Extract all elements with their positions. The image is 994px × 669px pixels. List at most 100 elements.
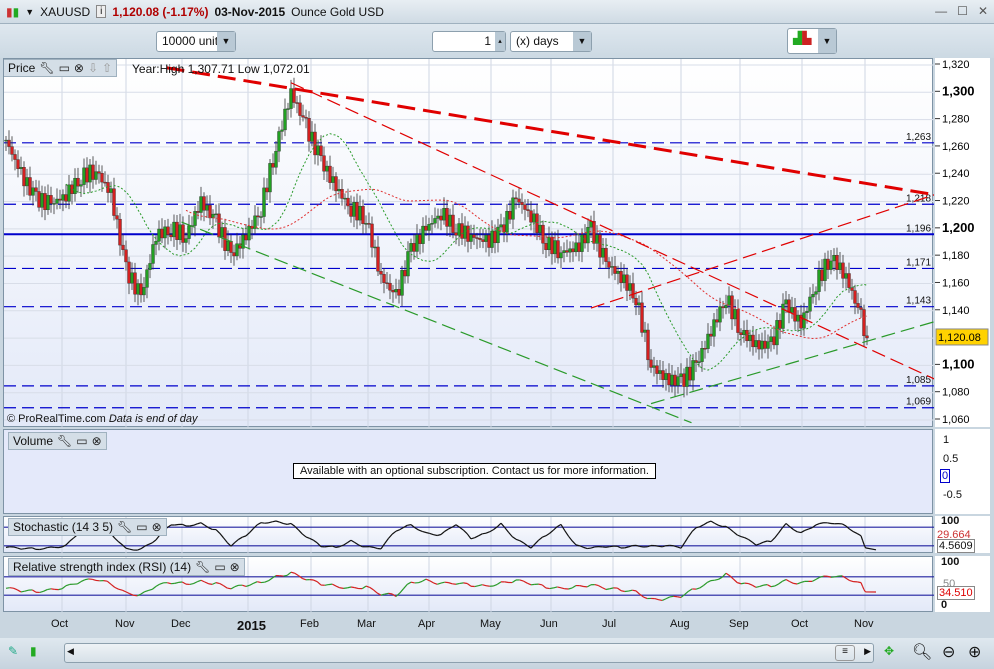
close-icon[interactable]: ✕ <box>978 4 988 18</box>
oscillator-segment <box>39 590 44 594</box>
candle <box>814 291 818 295</box>
window-icon[interactable]: ▭ <box>59 60 70 76</box>
candle <box>493 230 497 244</box>
stochastic-panel[interactable]: Stochastic (14 3 5) 🔧︎ ▭ ⊗ <box>3 516 934 554</box>
oscillator-segment <box>485 585 490 587</box>
candlestick-icon[interactable]: ▮ <box>30 644 37 658</box>
candle <box>463 225 467 239</box>
minimize-icon[interactable]: — <box>935 4 947 18</box>
zoom-out-icon[interactable]: ⊖ <box>942 642 955 662</box>
units-select[interactable]: 10000 units ▼ <box>156 31 236 52</box>
date-axis[interactable]: Oct Nov Dec 2015 Feb Mar Apr May Jun Jul Aug Sep Oct… <box>0 612 994 638</box>
close-circle-icon[interactable]: ⊗ <box>230 559 240 575</box>
oscillator-segment <box>639 545 644 548</box>
fit-icon[interactable]: ✥ <box>884 644 894 658</box>
wrench-icon[interactable]: 🔧︎ <box>117 519 132 535</box>
oscillator-segment <box>414 527 419 531</box>
scroll-right-icon[interactable]: ▶ <box>864 646 871 657</box>
oscillator-segment <box>84 578 89 581</box>
candle <box>214 213 218 216</box>
oscillator-segment <box>718 576 723 580</box>
oscillator-segment <box>568 587 573 590</box>
candle <box>865 335 869 339</box>
wrench-icon[interactable]: 🔧︎ <box>195 559 210 575</box>
oscillator-segment <box>118 541 123 546</box>
window-icon[interactable]: ▭ <box>214 559 225 575</box>
period-value-input[interactable]: 1 ▴ <box>432 31 506 52</box>
candle <box>574 242 578 253</box>
oscillator-segment <box>32 547 37 550</box>
chevron-down-icon[interactable]: ▼ <box>217 32 235 51</box>
wrench-icon[interactable]: 🔧︎ <box>57 433 72 449</box>
candle <box>724 305 728 309</box>
candle <box>334 176 338 192</box>
close-circle-icon[interactable]: ⊗ <box>92 433 102 449</box>
oscillator-segment <box>305 536 310 539</box>
oscillator-segment <box>429 580 434 584</box>
oscillator-segment <box>774 532 779 539</box>
window-icon[interactable]: ▭ <box>136 519 147 535</box>
oscillator-segment <box>418 580 423 584</box>
candle <box>481 239 485 242</box>
price-chart[interactable]: 1,2631,2181,1961,1711,1431,0851,069 <box>4 59 934 428</box>
stepper-icon[interactable]: ▴ <box>495 32 505 51</box>
candle <box>457 223 461 236</box>
move-down-icon[interactable]: ⇩ <box>88 60 98 76</box>
scroll-thumb[interactable]: ≡ <box>835 645 855 661</box>
candle <box>817 269 821 292</box>
oscillator-segment <box>511 579 517 584</box>
oscillator-segment <box>605 546 610 548</box>
chart-style-button[interactable]: ▟▙ ▼ <box>787 28 837 54</box>
candle <box>736 309 740 333</box>
candle <box>643 329 647 333</box>
symbol[interactable]: XAUUSD <box>40 5 90 19</box>
candle <box>847 273 851 288</box>
price-axis[interactable]: 1,320 1,300 1,280 1,260 1,240 1,220 1,200 1,180… <box>935 58 990 427</box>
candle <box>397 289 401 296</box>
chevron-down-icon[interactable]: ▼ <box>818 29 836 53</box>
wrench-icon[interactable]: 🔧︎ <box>39 60 54 76</box>
oscillator-segment <box>504 527 509 533</box>
maximize-icon[interactable]: ☐ <box>957 4 968 18</box>
close-circle-icon[interactable]: ⊗ <box>74 60 84 76</box>
oscillator-segment <box>669 595 674 598</box>
zoom-in-icon[interactable]: ⊕ <box>968 642 981 662</box>
oscillator-segment <box>755 585 760 588</box>
candle <box>523 204 527 210</box>
oscillator-segment <box>118 588 123 591</box>
oscillator-segment <box>785 523 791 528</box>
candle <box>157 228 161 242</box>
date-label: Apr <box>418 618 436 630</box>
oscillator-segment <box>733 531 738 536</box>
draw-tool-icon[interactable]: ✎ <box>8 644 18 658</box>
chevron-down-icon[interactable]: ▼ <box>573 32 591 51</box>
candle <box>478 238 482 240</box>
year-high-low: Year:High 1,307.71 Low 1,072.01 <box>132 62 310 76</box>
candle <box>394 289 398 293</box>
candle <box>670 374 674 386</box>
oscillator-segment <box>125 547 130 550</box>
price-panel[interactable]: 1,263 1,218 1,196 1,171 1,143 1,085 1,069 Pric… <box>3 58 934 428</box>
info-icon[interactable]: i <box>96 5 107 18</box>
horizontal-scrollbar[interactable]: ◀ ▶ ≡ <box>64 643 874 663</box>
dropdown-arrow-icon[interactable]: ▼ <box>25 7 34 17</box>
close-circle-icon[interactable]: ⊗ <box>152 519 162 535</box>
candle <box>520 202 524 205</box>
candle <box>592 221 596 244</box>
move-up-icon[interactable]: ⇧ <box>102 60 112 76</box>
window-icon[interactable]: ▭ <box>76 433 87 449</box>
candle <box>784 299 788 305</box>
oscillator-segment <box>275 520 280 523</box>
candle <box>205 205 209 211</box>
candle <box>106 182 110 193</box>
candle <box>316 145 320 156</box>
oscillator-segment <box>542 535 547 538</box>
candlestick-icon[interactable]: ▮▮ <box>6 5 19 19</box>
oscillator-segment <box>208 583 213 585</box>
rsi-panel[interactable]: Relative strength index (RSI) (14) 🔧︎ ▭ ⊗ <box>3 556 934 613</box>
auto-zoom-icon[interactable]: 🔍︎ <box>912 642 932 662</box>
period-unit-select[interactable]: (x) days ▼ <box>510 31 592 52</box>
candle <box>97 171 101 174</box>
oscillator-segment <box>301 533 307 538</box>
scroll-left-icon[interactable]: ◀ <box>67 646 74 657</box>
